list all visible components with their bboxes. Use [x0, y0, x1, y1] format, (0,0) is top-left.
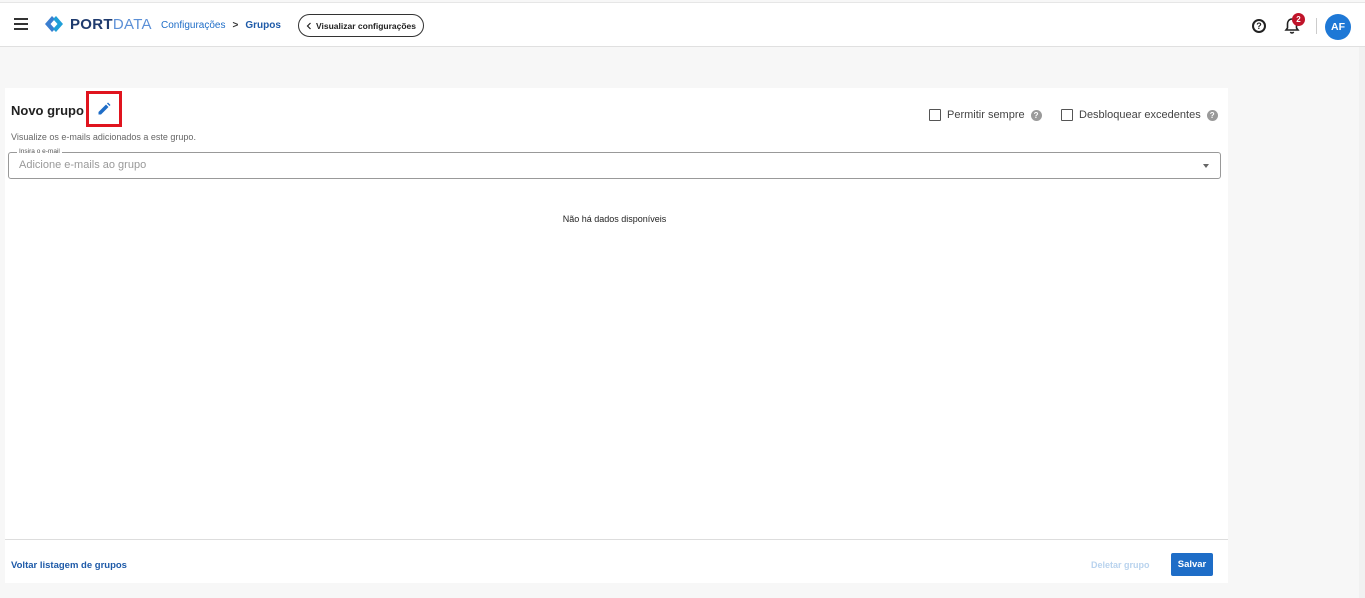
breadcrumb: Configurações > Grupos: [161, 20, 281, 31]
email-field: Insira o e-mail: [8, 148, 1221, 179]
logo-mark-icon: [45, 16, 63, 32]
avatar[interactable]: AF: [1325, 14, 1351, 40]
menu-icon[interactable]: [14, 18, 28, 30]
group-card: Novo grupo Visualize os e-mails adiciona…: [5, 88, 1228, 583]
back-to-groups-link[interactable]: Voltar listagem de grupos: [11, 560, 127, 571]
permitir-sempre-label[interactable]: Permitir sempre: [947, 109, 1025, 121]
chevron-left-icon: [306, 22, 311, 29]
email-field-legend: Insira o e-mail: [17, 148, 62, 155]
edit-title-button[interactable]: [86, 91, 122, 127]
desbloquear-excedentes-checkbox[interactable]: [1061, 109, 1073, 121]
page-title: Novo grupo: [11, 103, 84, 118]
option-desbloquear-excedentes: Desbloquear excedentes ?: [1061, 109, 1218, 121]
breadcrumb-item-configuracoes[interactable]: Configurações: [161, 20, 225, 31]
desbloquear-excedentes-label[interactable]: Desbloquear excedentes: [1079, 109, 1201, 121]
delete-group-button[interactable]: Deletar grupo: [1091, 560, 1150, 570]
logo[interactable]: PORTDATA: [44, 15, 152, 33]
logo-text: PORTDATA: [70, 15, 152, 33]
view-settings-label: Visualizar configurações: [316, 20, 416, 31]
help-circle-icon[interactable]: ?: [1030, 109, 1042, 121]
breadcrumb-item-grupos[interactable]: Grupos: [245, 20, 281, 31]
pencil-icon: [98, 102, 111, 115]
page-subtitle: Visualize os e-mails adicionados a este …: [11, 132, 196, 142]
caret-down-icon[interactable]: [1203, 164, 1209, 168]
help-circle-icon[interactable]: ?: [1206, 109, 1218, 121]
breadcrumb-separator: >: [232, 20, 239, 31]
permitir-sempre-checkbox[interactable]: [929, 109, 941, 121]
view-settings-button[interactable]: Visualizar configurações: [298, 14, 424, 37]
notification-badge: 2: [1292, 13, 1305, 26]
save-button[interactable]: Salvar: [1171, 553, 1213, 576]
option-permitir-sempre: Permitir sempre ?: [929, 109, 1042, 121]
footer-divider: [5, 539, 1228, 540]
help-icon[interactable]: ?: [1252, 19, 1266, 33]
header-divider: [1316, 18, 1317, 34]
top-bar: PORTDATA Configurações > Grupos Visualiz…: [0, 2, 1365, 47]
email-input[interactable]: [19, 159, 1189, 171]
empty-state-message: Não há dados disponíveis: [562, 214, 667, 224]
page-scrollbar[interactable]: [1359, 47, 1365, 598]
